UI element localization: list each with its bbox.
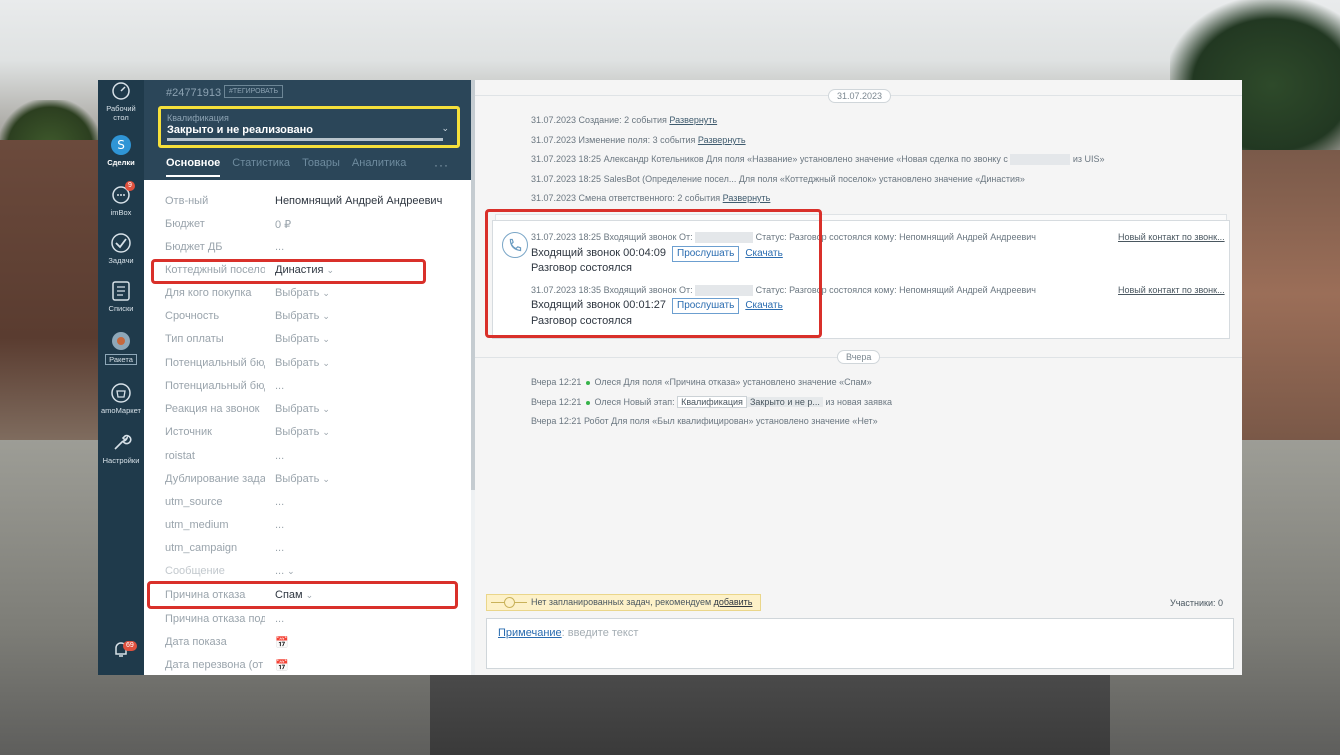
nav-deals[interactable]: S Сделки [98,134,144,167]
feed-note: Вчера 12:21 Олеся Новый этап: Квалификац… [531,396,892,408]
participants-count[interactable]: Участники: 0 [1170,598,1223,608]
feed-note: 31.07.2023 Смена ответственного: 2 событ… [531,193,771,203]
tab-analytics[interactable]: Аналитика [352,157,406,177]
pipeline-tag: Квалификация [677,396,747,408]
settings-icon [114,434,132,450]
feed-note: 31.07.2023 18:25 Александр Котельников Д… [531,154,1105,166]
highlight-calls [485,209,822,338]
field-row[interactable]: Для кого покупка Выбрать ⌄ [144,281,471,304]
contact-link[interactable]: Новый контакт по звонк... [1118,232,1225,242]
note-input[interactable]: Примечание: введите текст [486,618,1234,669]
events-feed: 31.07.2023 31.07.2023 Создание: 2 событи… [475,80,1242,675]
chevron-down-icon: ⌄ [441,123,449,133]
field-row[interactable]: utm_medium... [144,513,471,536]
nav-dashboard[interactable]: Рабочий стол [98,80,144,122]
contact-link[interactable]: Новый контакт по звонк... [1118,285,1225,295]
highlight-reject-reason-field [147,581,458,609]
field-row[interactable]: roistat... [144,444,471,467]
add-task-link[interactable]: добавить [714,597,753,607]
chevron-down-icon: ⌄ [322,334,330,344]
chevron-down-icon: ⌄ [287,566,295,576]
pipeline-name: Квалификация [167,113,229,123]
feed-note: Вчера 12:21 Робот Для поля «Был квалифиц… [531,416,878,426]
feed-note: 31.07.2023 Изменение поля: 3 события Раз… [531,135,746,145]
nav-rocket[interactable]: Ракета [98,330,144,365]
nav-dashboard-label: Рабочий стол [106,104,136,122]
tabs-more-button[interactable]: ··· [434,158,449,172]
card-tabs: Основное Статистика Товары Аналитика [166,157,406,177]
field-row[interactable]: Потенциальный бюд Выбрать ⌄ [144,351,471,374]
date-separator: Вчера [837,350,881,364]
status-progress-bar [167,138,443,141]
feed-note: 31.07.2023 18:25 SalesBot (Определение п… [531,174,1025,184]
field-row[interactable]: Бюджет ДБ... [144,235,471,258]
stage-tag: Закрыто и не р... [746,397,823,407]
imbox-badge: 9 [125,181,135,191]
redacted-phone [1010,154,1071,166]
chevron-down-icon: ⌄ [322,474,330,484]
tab-statistics[interactable]: Статистика [232,157,290,177]
svg-text:S: S [117,138,125,152]
nav-lists[interactable]: Списки [98,280,144,313]
field-row[interactable]: Дата перезвона (от к 📅 [144,653,471,675]
chevron-down-icon: ⌄ [322,404,330,414]
feed-note: Вчера 12:21 Олеся Для поля «Причина отка… [531,377,872,387]
task-reminder: Нет запланированных задач, рекомендуем д… [486,594,762,611]
feed-note: 31.07.2023 Создание: 2 события Развернут… [531,115,718,125]
expand-link[interactable]: Развернуть [698,135,746,145]
chevron-down-icon: ⌄ [322,288,330,298]
field-row[interactable]: Причина отказа подр... [144,607,471,630]
market-icon [111,383,131,403]
tag-button[interactable]: #ТЕГИРОВАТЬ [224,85,284,98]
field-row[interactable]: Сообщение... ⌄ [144,559,471,582]
tasks-icon [111,233,131,253]
highlight-cottage-field [151,259,426,284]
chevron-down-icon: ⌄ [322,311,330,321]
online-dot [585,380,590,385]
deal-id: #24771913 [166,87,222,99]
crm-window: Рабочий стол S Сделки 9 imBox Задачи Спис… [98,80,1242,675]
nav-settings[interactable]: Настройки [98,432,144,465]
chevron-down-icon: ⌄ [322,358,330,368]
field-row[interactable]: Тип оплаты Выбрать ⌄ [144,327,471,350]
field-row[interactable]: utm_source... [144,490,471,513]
date-separator: 31.07.2023 [828,89,892,103]
note-type-link[interactable]: Примечание [498,627,562,639]
field-row[interactable]: Потенциальный бюд... [144,374,471,397]
field-row[interactable]: Дата показа 📅 [144,630,471,653]
field-row[interactable]: Срочность Выбрать ⌄ [144,304,471,327]
rocket-icon [112,332,130,350]
field-row[interactable]: Отв-ный Непомнящий Андрей Андреевич [144,189,471,212]
nav-notifications[interactable] [98,638,144,662]
field-row[interactable]: Дублирование задач Выбрать ⌄ [144,467,471,490]
status-name: Закрыто и не реализовано [167,124,313,136]
dashboard-icon [112,82,130,100]
field-row[interactable]: Реакция на звонок Выбрать ⌄ [144,397,471,420]
note-placeholder: : введите текст [561,627,639,639]
nav-market[interactable]: amoМаркет [98,382,144,415]
nav-tasks[interactable]: Задачи [98,232,144,265]
main-nav: Рабочий стол S Сделки 9 imBox Задачи Спис… [98,80,144,675]
background-house-left [0,140,100,470]
field-row[interactable]: utm_campaign... [144,536,471,559]
deal-fields: Отв-ный Непомнящий Андрей Андреевич Бюдже… [144,180,471,675]
chevron-down-icon: ⌄ [322,427,330,437]
notifications-badge: 69 [123,641,137,651]
pipeline-status-select[interactable]: Квалификация Закрыто и не реализовано ⌄ [158,106,460,148]
background-wall [430,675,1110,755]
deal-card-header: #24771913 #ТЕГИРОВАТЬ Квалификация Закры… [144,80,471,180]
clock-icon [504,597,515,608]
deals-icon: S [111,135,131,155]
nav-imbox[interactable]: 9 imBox [98,181,144,217]
lists-icon [112,281,130,301]
expand-link[interactable]: Развернуть [723,193,771,203]
field-row[interactable]: Источник Выбрать ⌄ [144,420,471,443]
field-row[interactable]: Бюджет 0 ₽ [144,212,471,235]
tab-products[interactable]: Товары [302,157,340,177]
expand-link[interactable]: Развернуть [669,115,717,125]
online-dot [585,400,590,405]
tab-main[interactable]: Основное [166,157,221,177]
